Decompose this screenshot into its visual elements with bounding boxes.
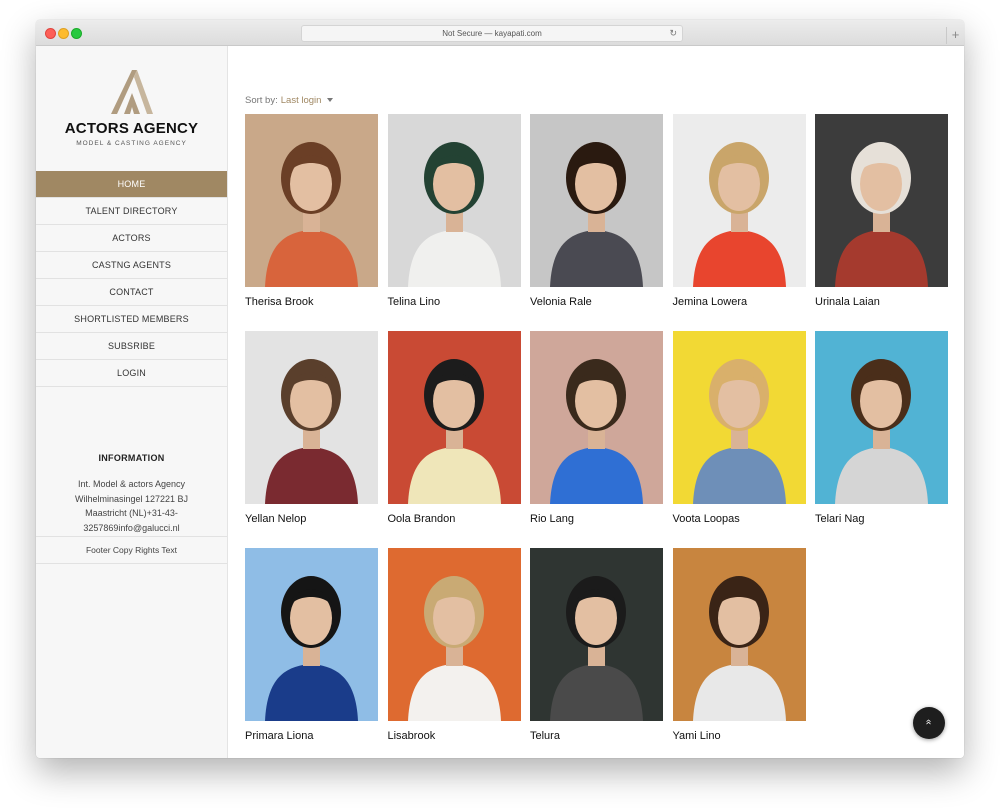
logo-mark-icon bbox=[110, 70, 153, 114]
nav-item-login[interactable]: LOGIN bbox=[36, 360, 227, 387]
information-title: INFORMATION bbox=[98, 453, 165, 463]
sort-value: Last login bbox=[280, 95, 322, 106]
maximize-window-button[interactable] bbox=[71, 28, 82, 39]
person-silhouette-icon bbox=[245, 548, 378, 721]
brand-subtitle: MODEL & CASTING AGENCY bbox=[76, 140, 187, 147]
talent-card[interactable]: Rio Lang bbox=[530, 331, 663, 525]
talent-card[interactable]: Yellan Nelop bbox=[245, 331, 378, 525]
back-to-top-button[interactable]: » bbox=[913, 707, 945, 739]
brand-title: ACTORS AGENCY bbox=[64, 120, 199, 137]
talent-name[interactable]: Lisabrook bbox=[388, 730, 521, 742]
talent-photo[interactable] bbox=[387, 114, 521, 287]
person-silhouette-icon bbox=[387, 114, 521, 287]
address-bar-text: Not Secure — kayapati.com bbox=[442, 29, 542, 38]
address-bar[interactable]: Not Secure — kayapati.com ↻ bbox=[301, 25, 683, 42]
talent-photo[interactable] bbox=[672, 548, 806, 721]
information-text: Int. Model & actors Agency Wilhelminasin… bbox=[74, 479, 189, 533]
nav-item-home[interactable]: HOME bbox=[36, 171, 227, 198]
talent-name[interactable]: Telura bbox=[530, 730, 663, 742]
talent-name[interactable]: Oola Brandon bbox=[388, 513, 521, 525]
talent-name[interactable]: Urinala Laian bbox=[815, 296, 948, 308]
person-silhouette-icon bbox=[815, 331, 948, 504]
talent-card[interactable]: Urinala Laian bbox=[815, 114, 948, 308]
caret-down-icon bbox=[327, 98, 334, 103]
person-silhouette-icon bbox=[672, 114, 806, 287]
reload-icon[interactable]: ↻ bbox=[669, 26, 677, 41]
nav-item-casting-agents[interactable]: CASTNG AGENTS bbox=[36, 252, 227, 279]
talent-photo[interactable] bbox=[245, 114, 378, 287]
talent-photo[interactable] bbox=[245, 331, 378, 504]
browser-titlebar: Not Secure — kayapati.com ↻ + bbox=[36, 20, 964, 46]
talent-photo[interactable] bbox=[387, 331, 521, 504]
close-window-button[interactable] bbox=[45, 28, 56, 39]
talent-card[interactable]: Telari Nag bbox=[815, 331, 948, 525]
talent-photo[interactable] bbox=[672, 114, 806, 287]
person-silhouette-icon bbox=[530, 331, 663, 504]
talent-photo[interactable] bbox=[815, 114, 948, 287]
information-block: INFORMATION Int. Model & actors Agency W… bbox=[36, 453, 227, 535]
talent-card[interactable]: Therisa Brook bbox=[245, 114, 378, 308]
talent-photo[interactable] bbox=[530, 114, 663, 287]
person-silhouette-icon bbox=[387, 548, 521, 721]
talent-card[interactable]: Telina Lino bbox=[387, 114, 521, 308]
sidebar: ACTORS AGENCY MODEL & CASTING AGENCY HOM… bbox=[36, 46, 228, 758]
talent-photo[interactable] bbox=[245, 548, 378, 721]
nav-item-contact[interactable]: CONTACT bbox=[36, 279, 227, 306]
nav-item-shortlisted-members[interactable]: SHORTLISTED MEMBERS bbox=[36, 306, 227, 333]
talent-photo[interactable] bbox=[387, 548, 521, 721]
double-chevron-up-icon: » bbox=[923, 719, 934, 725]
person-silhouette-icon bbox=[387, 331, 521, 504]
person-silhouette-icon bbox=[530, 548, 663, 721]
talent-name[interactable]: Yami Lino bbox=[673, 730, 806, 742]
talent-photo[interactable] bbox=[530, 548, 663, 721]
nav-item-subscribe[interactable]: SUBSRIBE bbox=[36, 333, 227, 360]
talent-name[interactable]: Yellan Nelop bbox=[245, 513, 378, 525]
talent-card[interactable]: Jemina Lowera bbox=[672, 114, 806, 308]
nav-item-actors[interactable]: ACTORS bbox=[36, 225, 227, 252]
footer-copyright: Footer Copy Rights Text bbox=[36, 536, 227, 564]
person-silhouette-icon bbox=[815, 114, 948, 287]
talent-photo[interactable] bbox=[672, 331, 806, 504]
person-silhouette-icon bbox=[245, 114, 378, 287]
talent-name[interactable]: Telari Nag bbox=[815, 513, 948, 525]
talent-name[interactable]: Primara Liona bbox=[245, 730, 378, 742]
person-silhouette-icon bbox=[672, 331, 806, 504]
minimize-window-button[interactable] bbox=[58, 28, 69, 39]
main-nav: HOME TALENT DIRECTORY ACTORS CASTNG AGEN… bbox=[36, 171, 227, 387]
main-content: Sort by: Last login Therisa Brook Telina L… bbox=[228, 46, 964, 758]
plus-icon[interactable]: + bbox=[946, 27, 964, 44]
talent-name[interactable]: Rio Lang bbox=[530, 513, 663, 525]
talent-card[interactable]: Lisabrook bbox=[387, 548, 521, 742]
talent-name[interactable]: Velonia Rale bbox=[530, 296, 663, 308]
talent-photo[interactable] bbox=[815, 331, 948, 504]
talent-card[interactable]: Yami Lino bbox=[672, 548, 806, 742]
talent-photo[interactable] bbox=[530, 331, 663, 504]
person-silhouette-icon bbox=[245, 331, 378, 504]
talent-name[interactable]: Telina Lino bbox=[388, 296, 521, 308]
talent-card[interactable]: Telura bbox=[530, 548, 663, 742]
talent-name[interactable]: Therisa Brook bbox=[245, 296, 378, 308]
talent-name[interactable]: Voota Loopas bbox=[673, 513, 806, 525]
talent-card[interactable]: Primara Liona bbox=[245, 548, 378, 742]
nav-item-talent-directory[interactable]: TALENT DIRECTORY bbox=[36, 198, 227, 225]
talent-card[interactable]: Oola Brandon bbox=[387, 331, 521, 525]
sort-label: Sort by: bbox=[245, 95, 278, 106]
brand-logo[interactable]: ACTORS AGENCY MODEL & CASTING AGENCY bbox=[36, 68, 227, 147]
talent-card[interactable]: Velonia Rale bbox=[530, 114, 663, 308]
sort-dropdown[interactable]: Sort by: Last login bbox=[245, 95, 334, 106]
person-silhouette-icon bbox=[672, 548, 806, 721]
talent-card[interactable]: Voota Loopas bbox=[672, 331, 806, 525]
talent-name[interactable]: Jemina Lowera bbox=[673, 296, 806, 308]
person-silhouette-icon bbox=[530, 114, 663, 287]
browser-window: Not Secure — kayapati.com ↻ + ACTORS AGE… bbox=[36, 20, 964, 758]
